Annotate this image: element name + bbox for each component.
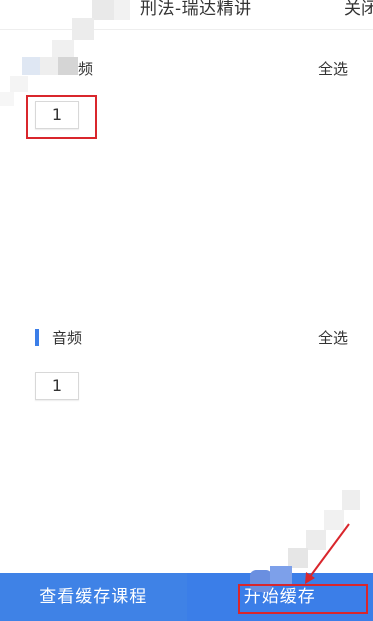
audio-episode-chip[interactable]: 1 bbox=[35, 372, 79, 400]
mosaic-overlay-top bbox=[0, 0, 130, 110]
page-title: 刑法-瑞达精讲 bbox=[140, 0, 252, 19]
video-section-label: 频 bbox=[78, 60, 94, 78]
annotation-highlight-box bbox=[26, 95, 97, 139]
video-section-header: 频 全选 bbox=[0, 57, 373, 81]
audio-select-all-button[interactable]: 全选 bbox=[318, 327, 348, 348]
view-cached-courses-button[interactable]: 查看缓存课程 bbox=[0, 573, 187, 621]
audio-section-label: 音频 bbox=[52, 329, 83, 347]
video-select-all-button[interactable]: 全选 bbox=[318, 58, 348, 79]
audio-section-header: 音频 全选 bbox=[0, 326, 373, 350]
close-button[interactable]: 关闭 bbox=[344, 0, 373, 19]
section-accent-bar bbox=[35, 329, 39, 346]
annotation-highlight-box-start bbox=[238, 584, 368, 614]
